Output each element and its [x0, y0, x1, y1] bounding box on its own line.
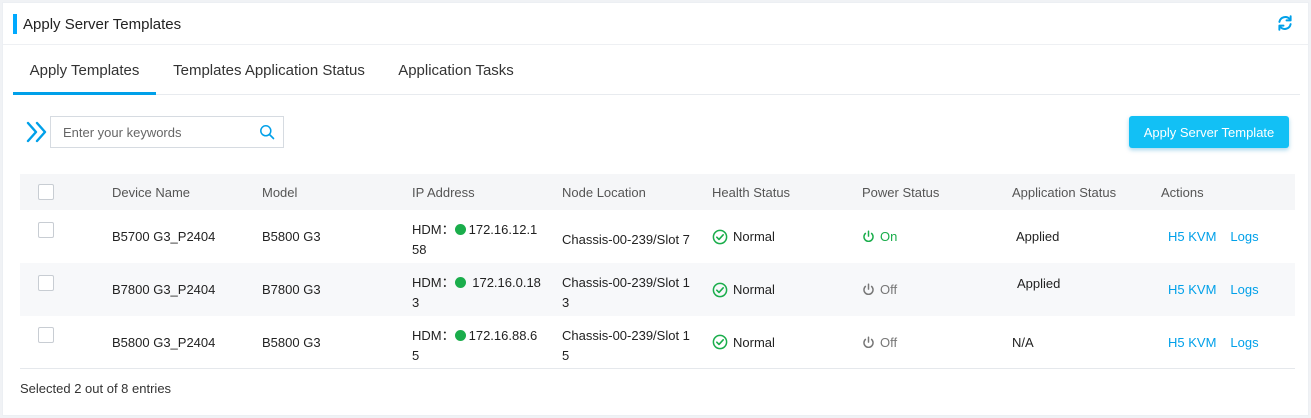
node-location-line2: 5 [562, 347, 570, 363]
power-status-text: On [880, 229, 898, 244]
actions-cell: H5 KVM Logs [1168, 210, 1273, 263]
model-cell: B5800 G3 [262, 229, 321, 244]
power-icon [863, 283, 874, 295]
node-location-cell: Chassis-00-239/Slot 1 5 [562, 316, 692, 368]
health-status-text: Normal [733, 282, 775, 297]
panel-header: Apply Server Templates [3, 3, 1308, 45]
tab-templates-application-status[interactable]: Templates Application Status [163, 55, 375, 95]
power-status-cell: Off [862, 263, 897, 316]
row-select-cell [38, 256, 54, 309]
ip-address-line2[interactable]: 58 [412, 242, 426, 257]
application-status-cell: Applied [1017, 276, 1061, 291]
application-status-cell: Applied [1016, 229, 1060, 244]
apply-server-template-button[interactable]: Apply Server Template [1129, 116, 1289, 148]
online-status-dot [454, 277, 466, 288]
online-status-dot [454, 224, 466, 235]
search-icon[interactable] [259, 124, 275, 140]
h5-kvm-link[interactable]: H5 KVM [1168, 229, 1216, 244]
ip-address-cell: HDM： 172.16.0.18 3 [412, 263, 541, 316]
check-circle-icon [712, 334, 728, 350]
row-select-cell [38, 309, 54, 361]
node-location-line2: 3 [562, 295, 570, 310]
search-input[interactable] [51, 117, 251, 147]
ip-prefix: HDM： [412, 327, 455, 343]
power-status-text: Off [880, 282, 898, 297]
table-row: B5700 G3_P2404 B5800 G3 HDM： 172.16.12.1 … [20, 210, 1295, 263]
column-header-ip-address[interactable]: IP Address [412, 174, 475, 210]
table-row: B5800 G3_P2404 B5800 G3 HDM： 172.16.88.6 … [20, 316, 1295, 369]
ip-address-line2[interactable]: 3 [412, 295, 419, 310]
column-header-node-location[interactable]: Node Location [562, 174, 646, 210]
power-status-text: Off [880, 334, 898, 350]
h5-kvm-link[interactable]: H5 KVM [1168, 335, 1216, 350]
column-header-health-status[interactable]: Health Status [712, 174, 790, 210]
table-header-row: Device Name Model IP Address Node Locati… [20, 174, 1295, 210]
power-status-cell: Off [862, 316, 897, 368]
column-header-device-name[interactable]: Device Name [112, 174, 190, 210]
ip-address-cell: HDM： 172.16.88.6 5 [412, 316, 537, 368]
search-box [50, 116, 284, 148]
ip-address-line1[interactable]: 172.16.12.1 [469, 222, 538, 237]
node-location-line1: Chassis-00-239/Slot 1 [562, 327, 690, 343]
node-location-line1: Chassis-00-239/Slot 7 [562, 232, 690, 247]
tab-application-tasks[interactable]: Application Tasks [389, 55, 523, 95]
column-header-application-status[interactable]: Application Status [1012, 174, 1116, 210]
ip-address-line1[interactable]: 172.16.88.6 [469, 328, 538, 343]
refresh-icon[interactable] [1276, 14, 1294, 32]
node-location-line1: Chassis-00-239/Slot 1 [562, 275, 690, 290]
model-cell: B5800 G3 [262, 334, 321, 350]
logs-link[interactable]: Logs [1230, 282, 1258, 297]
application-status-cell: N/A [1012, 334, 1034, 350]
tab-apply-templates[interactable]: Apply Templates [13, 55, 156, 95]
column-header-power-status[interactable]: Power Status [862, 174, 939, 210]
header-accent-bar [13, 14, 17, 34]
power-icon [863, 230, 874, 242]
ip-address-line1[interactable]: 172.16.0.18 [472, 275, 541, 290]
check-circle-icon [712, 229, 728, 244]
health-status-text: Normal [733, 229, 775, 244]
health-status-cell: Normal [712, 263, 775, 316]
row-checkbox[interactable] [38, 274, 54, 291]
ip-prefix: HDM： [412, 275, 455, 290]
node-location-cell: Chassis-00-239/Slot 7 [562, 210, 692, 263]
power-icon [863, 335, 874, 348]
double-chevron-right-icon[interactable] [24, 119, 50, 145]
ip-address-line2[interactable]: 5 [412, 348, 419, 363]
logs-link[interactable]: Logs [1230, 229, 1258, 244]
ip-address-cell: HDM： 172.16.12.1 58 [412, 210, 537, 263]
actions-cell: H5 KVM Logs [1168, 316, 1273, 368]
power-status-cell: On [862, 210, 897, 263]
check-circle-icon [712, 282, 728, 297]
select-all-checkbox[interactable] [38, 184, 54, 200]
row-checkbox[interactable] [38, 327, 54, 343]
ip-prefix: HDM： [412, 222, 455, 237]
row-select-cell [38, 203, 54, 256]
health-status-text: Normal [733, 334, 775, 350]
online-status-dot [454, 329, 466, 341]
health-status-cell: Normal [712, 210, 775, 263]
logs-link[interactable]: Logs [1230, 335, 1258, 350]
column-header-model[interactable]: Model [262, 174, 297, 210]
tab-bar: Apply Templates Templates Application St… [13, 55, 1300, 95]
device-name-cell: B5800 G3_P2404 [112, 334, 216, 350]
health-status-cell: Normal [712, 316, 775, 368]
table-row: B7800 G3_P2404 B7800 G3 HDM： 172.16.0.18… [20, 263, 1295, 316]
selection-summary: Selected 2 out of 8 entries [20, 381, 172, 396]
node-location-cell: Chassis-00-239/Slot 1 3 [562, 263, 692, 316]
device-name-cell: B5700 G3_P2404 [112, 229, 216, 244]
actions-cell: H5 KVM Logs [1168, 263, 1273, 316]
column-header-actions: Actions [1161, 184, 1204, 200]
device-name-cell: B7800 G3_P2404 [112, 282, 216, 297]
page-title: Apply Server Templates [23, 16, 182, 33]
h5-kvm-link[interactable]: H5 KVM [1168, 282, 1216, 297]
row-checkbox[interactable] [38, 221, 54, 238]
model-cell: B7800 G3 [262, 282, 321, 297]
